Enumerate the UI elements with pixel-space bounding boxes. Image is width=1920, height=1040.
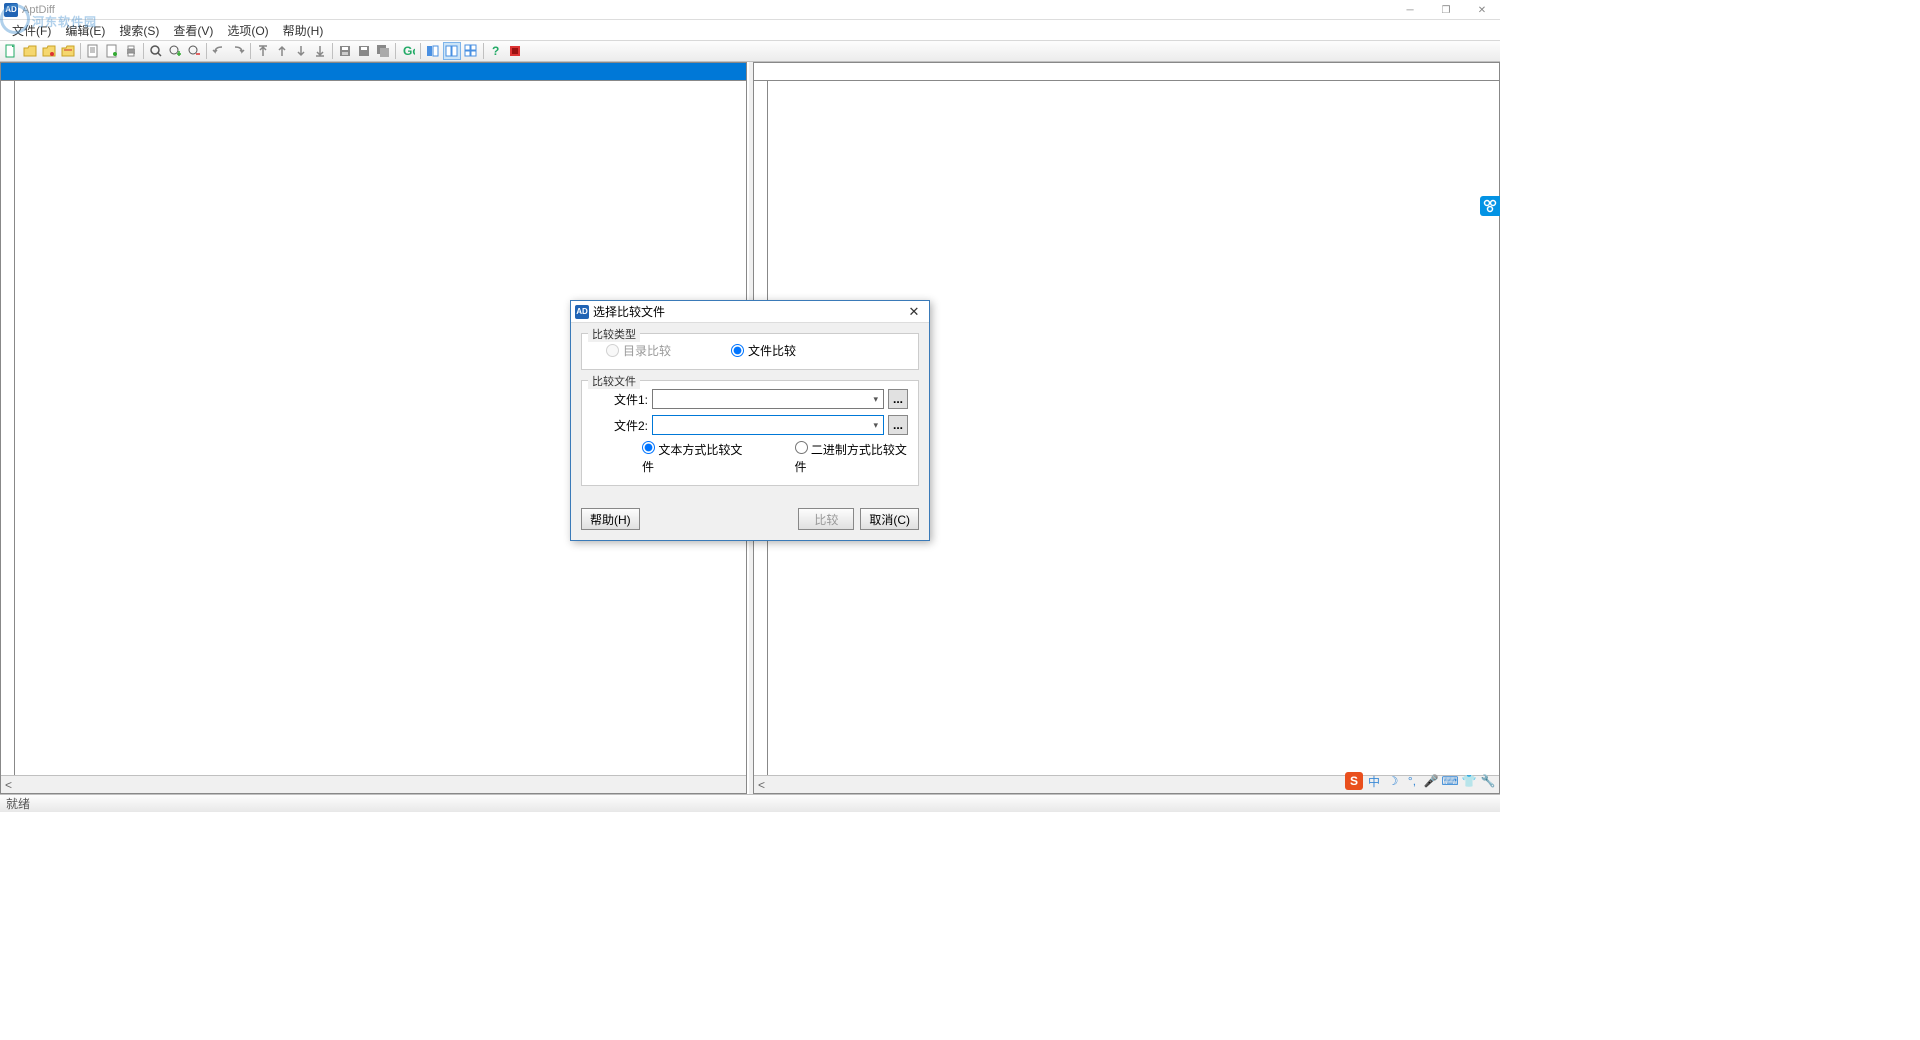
dialog-titlebar: AD 选择比较文件 ✕ [571, 301, 929, 323]
tb-next-diff-icon[interactable] [292, 42, 310, 60]
tb-view-left-icon[interactable] [424, 42, 442, 60]
tb-help-icon[interactable]: ? [487, 42, 505, 60]
radio-dir-compare[interactable]: 目录比较 [606, 342, 671, 359]
menu-edit[interactable]: 编辑(E) [59, 20, 111, 41]
tb-prev-diff-icon[interactable] [273, 42, 291, 60]
radio-file-compare[interactable]: 文件比较 [731, 342, 796, 359]
file2-browse-button[interactable]: ... [888, 415, 908, 435]
dialog-cancel-button[interactable]: 取消(C) [860, 508, 919, 530]
left-pane-header[interactable] [1, 63, 746, 81]
group-compare-type-title: 比较类型 [588, 326, 640, 342]
tb-prev-icon[interactable] [185, 42, 203, 60]
right-pane-header[interactable] [754, 63, 1499, 81]
file1-label: 文件1: [612, 391, 648, 408]
menu-search[interactable]: 搜索(S) [113, 20, 165, 41]
close-button[interactable]: ✕ [1464, 0, 1500, 20]
file2-combo[interactable]: ▾ [652, 415, 884, 435]
dialog-close-button[interactable]: ✕ [899, 301, 929, 323]
tb-search-icon[interactable] [147, 42, 165, 60]
tb-refresh-icon[interactable]: Go [399, 42, 417, 60]
tb-print-icon[interactable] [122, 42, 140, 60]
status-text: 就绪 [6, 795, 30, 812]
radio-text-mode[interactable]: 文本方式比较文件 [642, 441, 745, 475]
titlebar: AD AptDiff ─ ❐ ✕ [0, 0, 1500, 20]
group-compare-files: 比较文件 文件1: ▾ ... 文件2: ▾ ... 文本方式比较文件 二进制方… [581, 380, 919, 486]
minimize-button[interactable]: ─ [1392, 0, 1428, 20]
tb-open-icon[interactable] [21, 42, 39, 60]
app-icon: AD [4, 3, 18, 17]
tb-view-split-icon[interactable] [443, 42, 461, 60]
statusbar: 就绪 [0, 794, 1500, 812]
ime-punct-icon[interactable]: °, [1404, 773, 1420, 789]
group-compare-files-title: 比较文件 [588, 373, 640, 389]
ime-moon-icon[interactable]: ☽ [1385, 773, 1401, 789]
tb-view-grid-icon[interactable] [462, 42, 480, 60]
ime-logo-icon[interactable]: S [1345, 772, 1363, 790]
tb-next-icon[interactable] [166, 42, 184, 60]
file1-browse-button[interactable]: ... [888, 389, 908, 409]
tb-doc1-icon[interactable] [84, 42, 102, 60]
menubar: 文件(F) 编辑(E) 搜索(S) 查看(V) 选项(O) 帮助(H) [0, 20, 1500, 40]
ime-bar: S 中 ☽ °, 🎤 ⌨ 👕 🔧 [1345, 770, 1496, 792]
maximize-button[interactable]: ❐ [1428, 0, 1464, 20]
dialog-icon: AD [575, 305, 589, 319]
select-compare-dialog: AD 选择比较文件 ✕ 比较类型 目录比较 文件比较 比较文件 文件1: ▾ .… [570, 300, 930, 541]
side-panel-tab[interactable] [1480, 196, 1500, 216]
svg-text:?: ? [492, 44, 499, 58]
ime-skin-icon[interactable]: 👕 [1461, 773, 1477, 789]
file2-label: 文件2: [612, 417, 648, 434]
dialog-help-button[interactable]: 帮助(H) [581, 508, 640, 530]
menu-file[interactable]: 文件(F) [6, 20, 57, 41]
menu-view[interactable]: 查看(V) [167, 20, 219, 41]
tb-save2-icon[interactable] [355, 42, 373, 60]
radio-binary-mode[interactable]: 二进制方式比较文件 [795, 441, 908, 475]
ime-mic-icon[interactable]: 🎤 [1423, 773, 1439, 789]
tb-undo-icon[interactable] [210, 42, 228, 60]
left-gutter [1, 81, 15, 775]
tb-last-diff-icon[interactable] [311, 42, 329, 60]
left-pane-footer: < [1, 775, 746, 793]
tb-new-icon[interactable] [2, 42, 20, 60]
ime-lang-icon[interactable]: 中 [1366, 773, 1382, 789]
group-compare-type: 比较类型 目录比较 文件比较 [581, 333, 919, 370]
tb-folder-icon[interactable] [59, 42, 77, 60]
tb-open2-icon[interactable] [40, 42, 58, 60]
toolbar: Go ? [0, 40, 1500, 62]
tb-save1-icon[interactable] [336, 42, 354, 60]
menu-options[interactable]: 选项(O) [221, 20, 274, 41]
tb-stop-icon[interactable] [506, 42, 524, 60]
dialog-title-text: 选择比较文件 [593, 303, 665, 320]
tb-first-diff-icon[interactable] [254, 42, 272, 60]
ime-keyboard-icon[interactable]: ⌨ [1442, 773, 1458, 789]
dialog-compare-button[interactable]: 比较 [798, 508, 854, 530]
svg-text:Go: Go [403, 44, 415, 58]
ime-tool-icon[interactable]: 🔧 [1480, 773, 1496, 789]
tb-saveall-icon[interactable] [374, 42, 392, 60]
app-title: AptDiff [22, 4, 55, 16]
menu-help[interactable]: 帮助(H) [277, 20, 330, 41]
tb-redo-icon[interactable] [229, 42, 247, 60]
file1-combo[interactable]: ▾ [652, 389, 884, 409]
tb-doc2-icon[interactable] [103, 42, 121, 60]
